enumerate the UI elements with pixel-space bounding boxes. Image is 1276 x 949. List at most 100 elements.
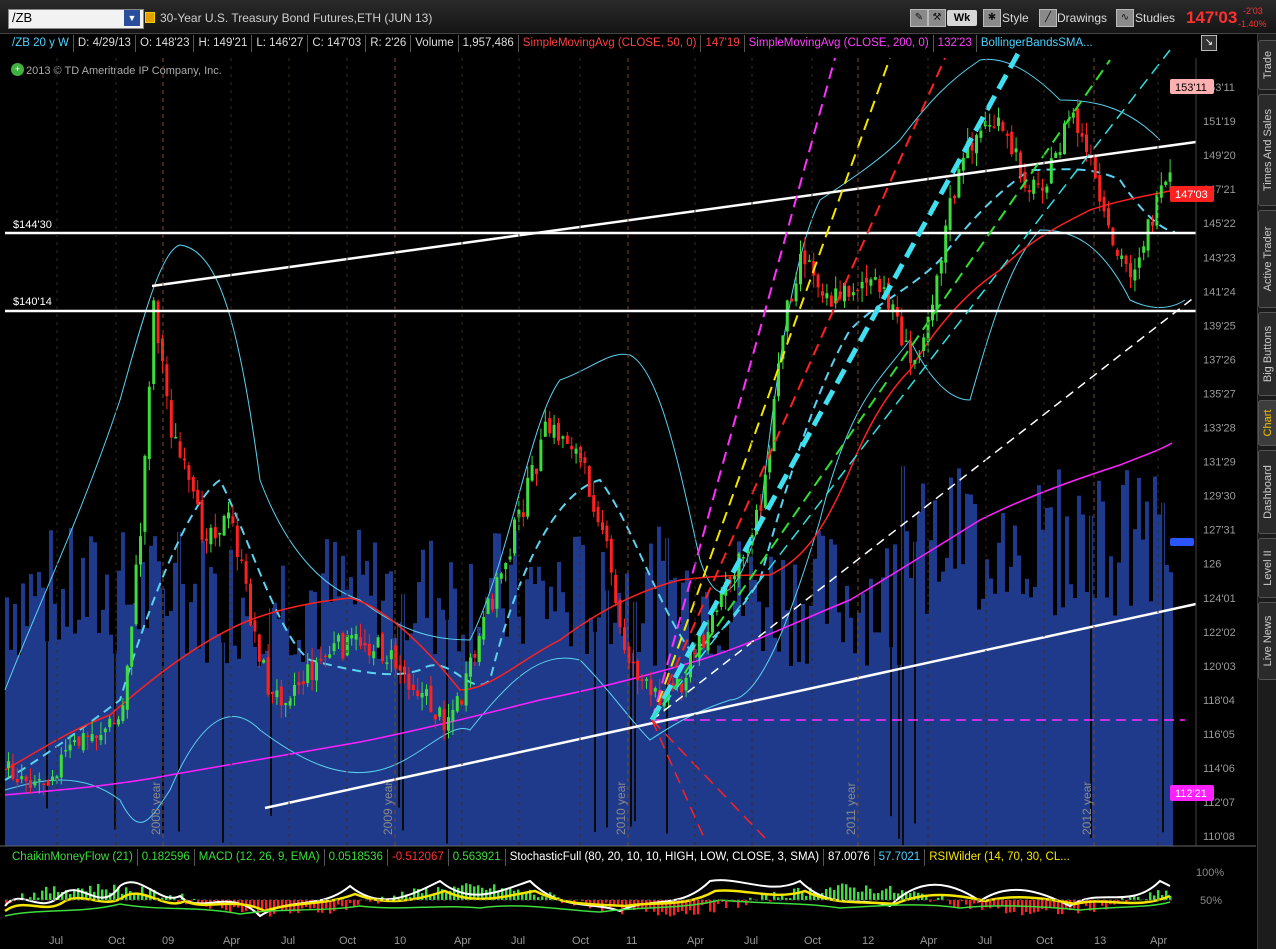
volume-bar xyxy=(1109,556,1113,846)
volume-bar xyxy=(33,596,37,846)
candle-body xyxy=(935,275,939,310)
tab-active-trader[interactable]: Active Trader xyxy=(1258,210,1276,308)
macd-bar xyxy=(341,900,344,907)
candle-body xyxy=(741,557,745,559)
time-tick-label: Oct xyxy=(804,935,821,947)
volume-bar xyxy=(533,584,537,846)
price-tick-label: 133'28 xyxy=(1203,423,1236,435)
volume-bar xyxy=(433,654,437,846)
tab-big-buttons[interactable]: Big Buttons xyxy=(1258,312,1276,396)
time-tick-label: Apr xyxy=(1150,935,1167,947)
candle-body xyxy=(733,576,736,580)
volume-bar xyxy=(1137,477,1141,846)
price-tick-label: 141'24 xyxy=(1203,286,1236,298)
volume-bar xyxy=(481,633,485,846)
volume-bar xyxy=(965,493,969,846)
volume-bar xyxy=(37,571,41,846)
candle-body xyxy=(587,466,591,497)
candle-body xyxy=(420,692,424,698)
rsi-label[interactable]: RSIWilder (14, 70, 30, CL... xyxy=(925,849,1074,866)
price-tick-label: 151'19 xyxy=(1203,116,1236,128)
macd-bar xyxy=(1133,896,1136,900)
volume-bar xyxy=(413,623,417,846)
candle-body xyxy=(209,527,213,545)
candle-body xyxy=(931,304,934,321)
time-tick-label: Oct xyxy=(339,935,356,947)
volume-bar xyxy=(257,665,261,846)
volume-bar xyxy=(573,536,577,846)
volume-bar xyxy=(245,616,249,846)
macd-label[interactable]: MACD (12, 26, 9, EMA) xyxy=(195,849,325,866)
volume-bar xyxy=(201,540,205,846)
volume-bar xyxy=(1153,476,1157,846)
tab-times-and-sales[interactable]: Times And Sales xyxy=(1258,94,1276,206)
candle-body xyxy=(759,505,763,511)
volume-bar xyxy=(545,619,549,846)
candle-body xyxy=(271,691,274,695)
macd-bar xyxy=(261,900,264,909)
volume-bar xyxy=(949,477,953,846)
candle-body xyxy=(156,301,160,344)
tab-level-ii[interactable]: Level II xyxy=(1258,538,1276,598)
candle-body xyxy=(570,445,574,450)
volume-bar xyxy=(197,648,201,846)
volume-bar xyxy=(173,562,177,846)
candle-body xyxy=(130,626,134,667)
volume-bar xyxy=(1145,501,1149,846)
volume-bar xyxy=(1105,597,1109,846)
candle-body xyxy=(777,363,780,397)
candle-body xyxy=(1027,190,1031,193)
time-tick-label: Oct xyxy=(1036,935,1053,947)
candle-body xyxy=(125,665,129,710)
candle-body xyxy=(680,683,684,693)
macd-bar xyxy=(1021,900,1024,916)
macd-bar xyxy=(617,900,620,905)
tab-trade[interactable]: Trade xyxy=(1258,40,1276,90)
candle-body xyxy=(1111,227,1115,246)
candle-body xyxy=(605,525,609,542)
macd-bar xyxy=(693,900,696,915)
volume-bar xyxy=(645,572,649,846)
candle-body xyxy=(257,634,261,662)
candle-body xyxy=(337,635,340,642)
volume-gap xyxy=(446,619,448,844)
oscillator-panel[interactable]: 100% 50% Jul Oct 09 Apr Jul Oct 10 Apr Jul Oct 11 A… xyxy=(0,866,1256,949)
candle-body xyxy=(799,253,802,285)
volume-bar xyxy=(809,605,813,846)
volume-bar xyxy=(369,595,373,846)
price-tick-label: 122'02 xyxy=(1203,627,1236,639)
volume-gap xyxy=(270,607,272,816)
year-label: 2008 year xyxy=(149,782,163,835)
tab-chart[interactable]: Chart xyxy=(1258,400,1276,446)
candle-body xyxy=(561,436,565,439)
macd-bar xyxy=(125,887,128,900)
volume-bar xyxy=(745,600,749,846)
candle-body xyxy=(790,298,794,302)
tab-live-news[interactable]: Live News xyxy=(1258,602,1276,680)
cmf-label[interactable]: ChaikinMoneyFlow (21) xyxy=(8,849,138,866)
volume-bar xyxy=(297,639,301,846)
macd-bar xyxy=(697,900,700,915)
candle-body xyxy=(20,776,24,780)
volume-bar xyxy=(1009,566,1013,846)
candle-body xyxy=(1005,133,1009,136)
stochastic-label[interactable]: StochasticFull (80, 20, 10, 10, HIGH, LO… xyxy=(506,849,825,866)
volume-bar xyxy=(361,574,365,846)
stochastic-value-1: 87.0076 xyxy=(824,849,875,866)
macd-bar xyxy=(1153,895,1156,900)
candle-body xyxy=(508,556,512,560)
lower-study-header: ChaikinMoneyFlow (21) 0.182596 MACD (12, 2… xyxy=(8,849,1074,866)
tab-dashboard[interactable]: Dashboard xyxy=(1258,450,1276,534)
volume-bar xyxy=(213,573,217,846)
price-chart[interactable]: $144'30 $140'14 2008 year 2009 year 2010 y… xyxy=(0,0,1256,949)
volume-bar xyxy=(509,564,513,846)
macd-bar xyxy=(849,887,852,900)
macd-bar xyxy=(953,900,956,908)
macd-bar xyxy=(241,900,244,913)
last-badge-text: 147'03 xyxy=(1175,189,1208,201)
candle-body xyxy=(332,643,336,652)
price-tick-label: 116'05 xyxy=(1203,729,1235,741)
macd-bar xyxy=(457,887,460,900)
candle-body xyxy=(455,696,459,712)
macd-bar xyxy=(965,900,968,905)
